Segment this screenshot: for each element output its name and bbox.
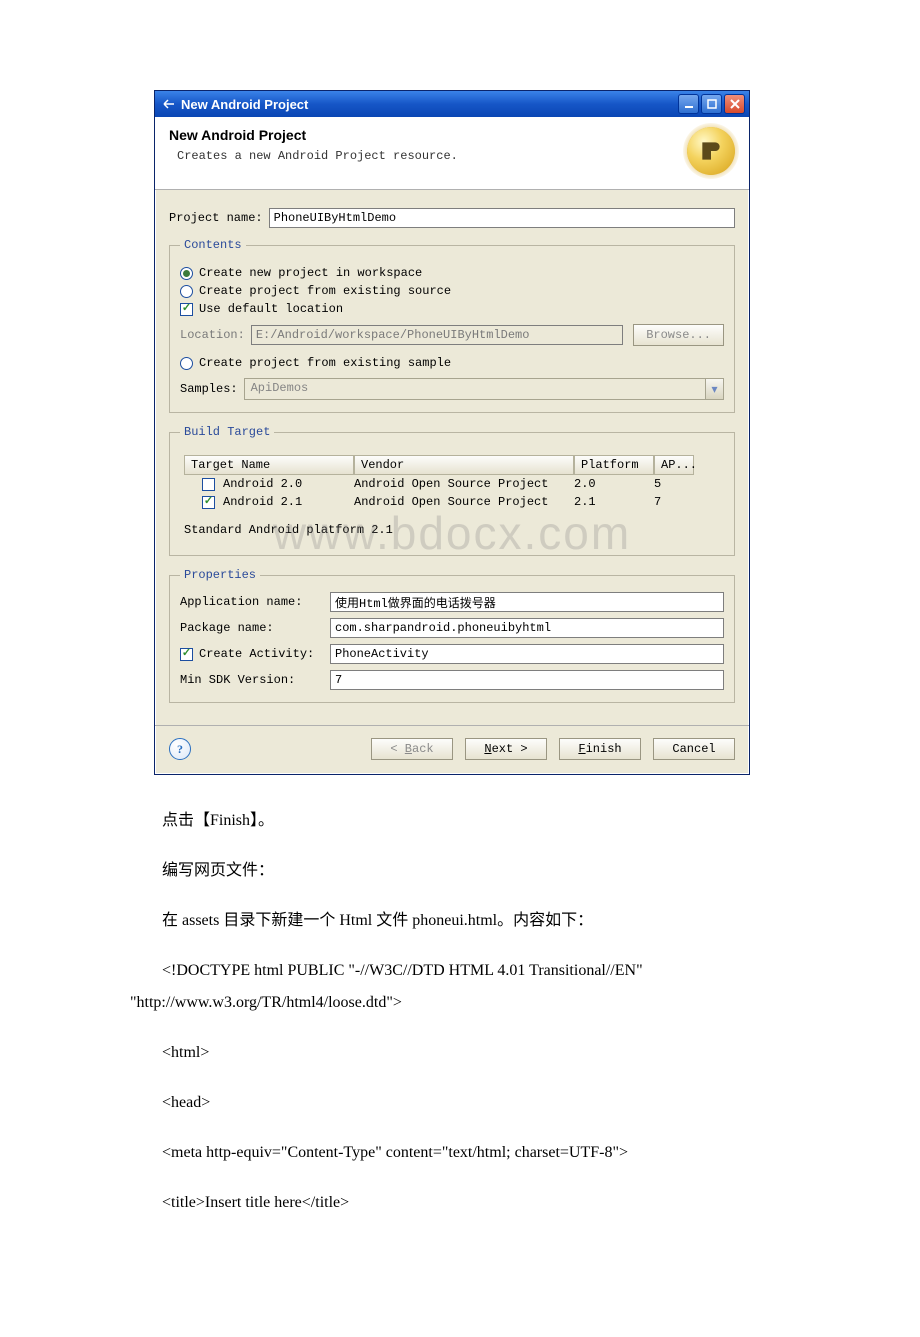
- col-vendor[interactable]: Vendor: [354, 455, 574, 475]
- banner-subtext: Creates a new Android Project resource.: [177, 149, 458, 163]
- cancel-button[interactable]: Cancel: [653, 738, 735, 760]
- window-title: New Android Project: [181, 97, 676, 112]
- samples-value: ApiDemos: [245, 379, 705, 399]
- browse-button[interactable]: Browse...: [633, 324, 724, 346]
- maximize-button[interactable]: [701, 94, 722, 114]
- finish-button[interactable]: Finish: [559, 738, 641, 760]
- package-name-input[interactable]: [330, 618, 724, 638]
- target-platform: 2.1: [574, 495, 654, 509]
- application-name-label: Application name:: [180, 595, 320, 609]
- target-vendor: Android Open Source Project: [354, 477, 574, 491]
- target-name: Android 2.0: [223, 477, 302, 491]
- app-icon: [161, 96, 177, 112]
- col-platform[interactable]: Platform: [574, 455, 654, 475]
- min-sdk-label: Min SDK Version:: [180, 673, 320, 687]
- radio-icon: [180, 267, 193, 280]
- standard-platform-note: Standard Android platform 2.1: [184, 523, 720, 537]
- code-line: <head>: [130, 1087, 810, 1119]
- dialog-body: Project name: Contents Create new projec…: [155, 190, 749, 725]
- build-target-table: Target Name Vendor Platform AP... Androi…: [184, 455, 720, 511]
- banner-icon: [687, 127, 735, 175]
- location-row: Location: Browse...: [180, 324, 724, 346]
- create-activity-row[interactable]: Create Activity:: [180, 647, 320, 661]
- code-line: <title>Insert title here</title>: [130, 1187, 810, 1219]
- contents-group: Contents Create new project in workspace…: [169, 238, 735, 413]
- location-label: Location:: [180, 328, 245, 342]
- radio-existing-source[interactable]: Create project from existing source: [180, 284, 724, 298]
- code-line: <html>: [130, 1037, 810, 1069]
- radio-label: Create new project in workspace: [199, 266, 422, 280]
- target-name: Android 2.1: [223, 495, 302, 509]
- checkbox-use-default-location[interactable]: Use default location: [180, 302, 724, 316]
- min-sdk-input[interactable]: [330, 670, 724, 690]
- radio-label: Create project from existing source: [199, 284, 451, 298]
- samples-label: Samples:: [180, 382, 238, 396]
- paragraph: 编写网页文件：: [130, 855, 810, 887]
- checkbox-icon[interactable]: [202, 496, 215, 509]
- samples-combo[interactable]: ApiDemos ▾: [244, 378, 724, 400]
- project-name-row: Project name:: [169, 208, 735, 228]
- build-target-group: Build Target Target Name Vendor Platform…: [169, 425, 735, 556]
- target-vendor: Android Open Source Project: [354, 495, 574, 509]
- next-button[interactable]: Next >: [465, 738, 547, 760]
- target-api: 5: [654, 477, 694, 491]
- target-api: 7: [654, 495, 694, 509]
- help-icon[interactable]: ?: [169, 738, 191, 760]
- target-platform: 2.0: [574, 477, 654, 491]
- paragraph: 点击【Finish】。: [130, 805, 810, 837]
- checkbox-icon: [180, 303, 193, 316]
- code-line: <!DOCTYPE html PUBLIC "-//W3C//DTD HTML …: [130, 955, 810, 1019]
- table-row[interactable]: Android 2.1 Android Open Source Project …: [184, 493, 720, 511]
- minimize-button[interactable]: [678, 94, 699, 114]
- radio-label: Create project from existing sample: [199, 356, 451, 370]
- checkbox-icon[interactable]: [202, 478, 215, 491]
- radio-icon: [180, 357, 193, 370]
- checkbox-icon: [180, 648, 193, 661]
- build-target-legend: Build Target: [180, 425, 274, 439]
- radio-icon: [180, 285, 193, 298]
- close-button[interactable]: [724, 94, 745, 114]
- chevron-down-icon: ▾: [705, 379, 723, 399]
- project-name-label: Project name:: [169, 211, 263, 225]
- properties-legend: Properties: [180, 568, 260, 582]
- back-button[interactable]: < Back: [371, 738, 453, 760]
- table-row[interactable]: Android 2.0 Android Open Source Project …: [184, 475, 720, 493]
- dialog-banner: New Android Project Creates a new Androi…: [155, 117, 749, 190]
- package-name-label: Package name:: [180, 621, 320, 635]
- dialog-footer: ? < Back Next > Finish Cancel: [155, 725, 749, 774]
- contents-legend: Contents: [180, 238, 246, 252]
- samples-row: Samples: ApiDemos ▾: [180, 378, 724, 400]
- radio-existing-sample[interactable]: Create project from existing sample: [180, 356, 724, 370]
- checkbox-label: Use default location: [199, 302, 343, 316]
- application-name-input[interactable]: [330, 592, 724, 612]
- col-target-name[interactable]: Target Name: [184, 455, 354, 475]
- article-body: 点击【Finish】。 编写网页文件： 在 assets 目录下新建一个 Htm…: [130, 805, 810, 1219]
- location-input: [251, 325, 623, 345]
- properties-group: Properties Application name: Package nam…: [169, 568, 735, 703]
- banner-heading: New Android Project: [169, 127, 458, 143]
- project-name-input[interactable]: [269, 208, 735, 228]
- paragraph: 在 assets 目录下新建一个 Html 文件 phoneui.html。内容…: [130, 905, 810, 937]
- titlebar[interactable]: New Android Project: [155, 91, 749, 117]
- activity-name-input[interactable]: [330, 644, 724, 664]
- radio-new-project[interactable]: Create new project in workspace: [180, 266, 724, 280]
- col-api[interactable]: AP...: [654, 455, 694, 475]
- table-header-row: Target Name Vendor Platform AP...: [184, 455, 720, 475]
- dialog-window: New Android Project New Android Project …: [154, 90, 750, 775]
- create-activity-label: Create Activity:: [199, 647, 314, 661]
- code-line: <meta http-equiv="Content-Type" content=…: [130, 1137, 810, 1169]
